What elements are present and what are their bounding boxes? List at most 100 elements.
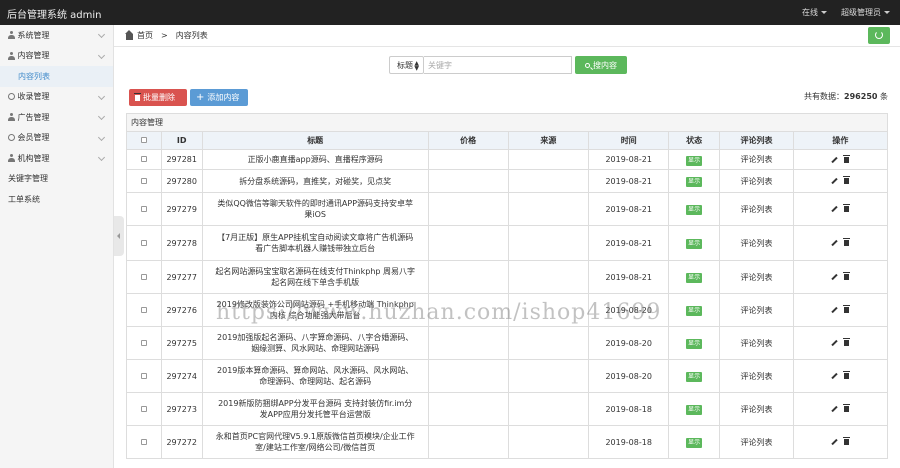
row-actions: [792, 359, 889, 393]
sidebar-item-ads[interactable]: 广告管理: [0, 107, 113, 128]
checkbox-icon: [140, 156, 147, 162]
row-date: 2019-08-21: [588, 192, 670, 226]
chevron-down-icon: [97, 51, 106, 59]
row-status: 显示: [668, 425, 721, 459]
batch-delete-button[interactable]: 批量删除: [129, 89, 187, 106]
row-comments-link[interactable]: 评论列表: [719, 169, 794, 193]
row-title[interactable]: 永和首页PC官网代理V5.9.1原版微信首页模块/企业工作室/建站工作室/网络公…: [201, 425, 429, 459]
checkbox-icon: [140, 306, 147, 313]
status-badge[interactable]: 显示: [686, 273, 703, 283]
row-title[interactable]: 2019版本算命源码、算命网站、风水源码、风水网站、命理源码、命理网站、起名源码: [201, 359, 429, 393]
sidebar-item-content-list[interactable]: 内容列表: [0, 66, 113, 87]
trash-icon[interactable]: [843, 176, 851, 184]
status-badge[interactable]: 显示: [686, 177, 703, 187]
sidebar-item-content[interactable]: 内容管理: [0, 46, 113, 67]
home-icon: [125, 29, 133, 40]
breadcrumb-home[interactable]: 首页: [137, 30, 153, 41]
row-date: 2019-08-18: [588, 392, 670, 426]
edit-icon[interactable]: [831, 273, 839, 281]
row-checkbox[interactable]: [126, 169, 162, 193]
trash-icon[interactable]: [843, 305, 851, 313]
status-badge[interactable]: 显示: [686, 306, 703, 316]
sidebar-item-tickets[interactable]: 工单系统: [0, 189, 113, 210]
trash-icon[interactable]: [843, 154, 851, 163]
online-status-dropdown[interactable]: 在线: [802, 7, 827, 18]
content-table: ID 标题 价格 来源 时间 状态 评论列表 操作 297281 正版小鹿直播ap…: [126, 131, 889, 459]
row-checkbox[interactable]: [126, 392, 162, 426]
search-button[interactable]: 搜内容: [575, 56, 627, 74]
row-title[interactable]: 2019修改版装饰公司网站源码 +手机移动端 Thinkphp内核 综合功能强大…: [201, 293, 429, 327]
status-badge[interactable]: 显示: [686, 339, 703, 349]
row-comments-link[interactable]: 评论列表: [719, 425, 794, 459]
row-comments-link[interactable]: 评论列表: [719, 359, 794, 393]
row-price: [427, 326, 509, 360]
row-title[interactable]: 拆分盘系统源码，直推奖，对碰奖，见点奖: [201, 169, 429, 193]
sidebar-item-indexing[interactable]: 收录管理: [0, 87, 113, 108]
row-comments-link[interactable]: 评论列表: [719, 225, 794, 261]
sidebar-item-keywords[interactable]: 关键字管理: [0, 169, 113, 190]
total-count: 共有数据：296250 条: [804, 91, 888, 102]
row-status: 显示: [668, 192, 721, 226]
row-checkbox[interactable]: [126, 149, 162, 170]
table-header-row: ID 标题 价格 来源 时间 状态 评论列表 操作: [126, 131, 889, 150]
add-content-button[interactable]: + 添加内容: [190, 89, 248, 106]
row-title[interactable]: 正版小鹿直播app源码、直播程序源码: [201, 149, 429, 170]
row-checkbox[interactable]: [126, 326, 162, 360]
row-title[interactable]: 2019新版防捆绑APP分发平台源码 支持封装仿fir.im分发APP应用分发托…: [201, 392, 429, 426]
trash-icon[interactable]: [843, 272, 851, 280]
edit-icon[interactable]: [831, 372, 839, 380]
row-title[interactable]: 起名网站源码宝宝取名源码在线支付Thinkphp 周易八字起名网在线下单含手机版: [201, 260, 429, 294]
trash-icon[interactable]: [843, 371, 851, 379]
user-menu[interactable]: 超级管理员: [841, 7, 890, 18]
status-badge[interactable]: 显示: [686, 239, 703, 249]
row-checkbox[interactable]: [126, 359, 162, 393]
row-title[interactable]: 【7月正版】原生APP挂机宝自动阅读文章将广告机源码看广告脚本机器人赚钱带独立后…: [201, 225, 429, 261]
row-comments-link[interactable]: 评论列表: [719, 260, 794, 294]
search-field-select[interactable]: 标题 ▲ ▼: [389, 56, 424, 74]
row-checkbox[interactable]: [126, 293, 162, 327]
edit-icon[interactable]: [831, 438, 839, 446]
row-title[interactable]: 2019加强版起名源码、八字算命源码、八字合婚源码、姻缘测算、风水网站、命理网站…: [201, 326, 429, 360]
status-badge[interactable]: 显示: [686, 205, 703, 215]
edit-icon[interactable]: [831, 205, 839, 213]
status-badge[interactable]: 显示: [686, 405, 703, 415]
column-header: 状态: [668, 131, 721, 150]
row-comments-link[interactable]: 评论列表: [719, 326, 794, 360]
status-badge[interactable]: 显示: [686, 372, 703, 382]
trash-icon[interactable]: [843, 238, 851, 246]
row-checkbox[interactable]: [126, 260, 162, 294]
app-title: 后台管理系统 admin: [7, 10, 102, 21]
table-row: 297280 拆分盘系统源码，直推奖，对碰奖，见点奖 2019-08-21 显示 评论列…: [126, 169, 889, 193]
row-checkbox[interactable]: [126, 225, 162, 261]
row-title[interactable]: 类似QQ微信等聊天软件的即时通讯APP源码支持安卓苹果iOS: [201, 192, 429, 226]
row-comments-link[interactable]: 评论列表: [719, 293, 794, 327]
edit-icon[interactable]: [831, 405, 839, 413]
sidebar-item-organizations[interactable]: 机构管理: [0, 148, 113, 169]
status-badge[interactable]: 显示: [686, 155, 703, 166]
row-comments-link[interactable]: 评论列表: [719, 392, 794, 426]
checkbox-icon: [140, 239, 147, 246]
edit-icon[interactable]: [831, 239, 839, 247]
row-date: 2019-08-20: [588, 359, 670, 393]
row-date: 2019-08-21: [588, 225, 670, 261]
trash-icon[interactable]: [843, 338, 851, 346]
status-badge[interactable]: 显示: [686, 438, 703, 448]
edit-icon[interactable]: [831, 156, 839, 163]
edit-icon[interactable]: [831, 177, 839, 185]
edit-icon[interactable]: [831, 339, 839, 347]
row-checkbox[interactable]: [126, 192, 162, 226]
refresh-button[interactable]: [868, 27, 890, 44]
row-comments-link[interactable]: 评论列表: [719, 192, 794, 226]
search-input[interactable]: 关键字: [424, 56, 572, 74]
trash-icon[interactable]: [843, 204, 851, 212]
edit-icon[interactable]: [831, 306, 839, 314]
trash-icon[interactable]: [843, 404, 851, 412]
row-checkbox[interactable]: [126, 425, 162, 459]
sidebar-item-system[interactable]: 系统管理: [0, 25, 113, 46]
row-source: [507, 260, 590, 294]
user-icon: [8, 113, 15, 122]
trash-icon[interactable]: [843, 437, 851, 445]
row-comments-link[interactable]: 评论列表: [719, 149, 794, 170]
sidebar-item-members[interactable]: 会员管理: [0, 128, 113, 149]
select-all-checkbox[interactable]: [126, 131, 162, 150]
